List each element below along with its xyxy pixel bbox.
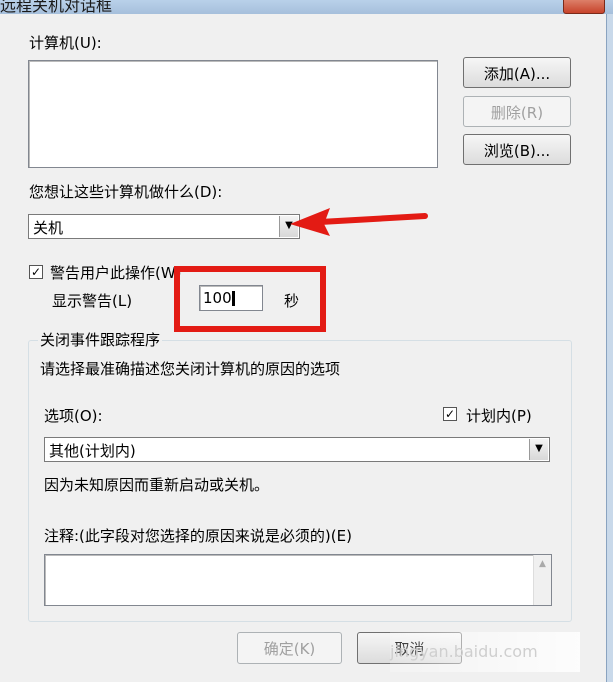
display-warning-label: 显示警告(L) xyxy=(52,292,133,310)
option-label: 选项(O): xyxy=(44,407,103,425)
planned-checkbox[interactable]: ✓ xyxy=(443,407,457,421)
warning-checkbox[interactable]: ✓ xyxy=(29,265,43,279)
delete-button[interactable]: 删除(R) xyxy=(463,96,571,127)
annotation-arrow xyxy=(290,208,428,236)
action-label: 您想让这些计算机做什么(D): xyxy=(29,183,223,201)
computers-label: 计算机(U): xyxy=(29,34,102,52)
close-button[interactable] xyxy=(563,0,605,14)
warning-checkbox-label: 警告用户此操作(W) xyxy=(50,264,182,282)
event-tracker-title: 关闭事件跟踪程序 xyxy=(38,329,163,350)
add-button[interactable]: 添加(A)... xyxy=(463,57,571,88)
comment-label: 注释:(此字段对您选择的原因来说是必须的)(E) xyxy=(44,527,352,545)
browse-button[interactable]: 浏览(B)... xyxy=(463,134,571,165)
action-select[interactable]: 关机 ▼ xyxy=(28,214,300,239)
tracker-instruction: 请选择最准确描述您关闭计算机的原因的选项 xyxy=(40,360,341,378)
window-frame-right xyxy=(606,14,613,682)
reason-description: 因为未知原因而重新启动或关机。 xyxy=(44,476,270,494)
computers-list[interactable] xyxy=(28,60,438,168)
chevron-down-icon[interactable]: ▼ xyxy=(529,439,548,460)
annotation-highlight-box xyxy=(174,266,326,332)
window-title: 远程关机对话框 xyxy=(0,0,113,14)
comment-scrollbar[interactable]: ▲ xyxy=(533,555,551,605)
checkmark-icon: ✓ xyxy=(444,407,456,421)
checkmark-icon: ✓ xyxy=(30,265,42,279)
action-selected-value: 关机 xyxy=(33,219,64,237)
comment-textarea[interactable]: ▲ xyxy=(44,554,552,606)
scroll-up-icon[interactable]: ▲ xyxy=(534,555,551,569)
title-bar: 远程关机对话框 xyxy=(0,0,613,14)
reason-select[interactable]: 其他(计划内) ▼ xyxy=(44,437,550,462)
reason-selected-value: 其他(计划内) xyxy=(49,442,136,460)
ok-button[interactable]: 确定(K) xyxy=(237,632,342,664)
planned-checkbox-label: 计划内(P) xyxy=(466,407,532,425)
watermark: jingyan.baidu.com xyxy=(390,632,580,672)
